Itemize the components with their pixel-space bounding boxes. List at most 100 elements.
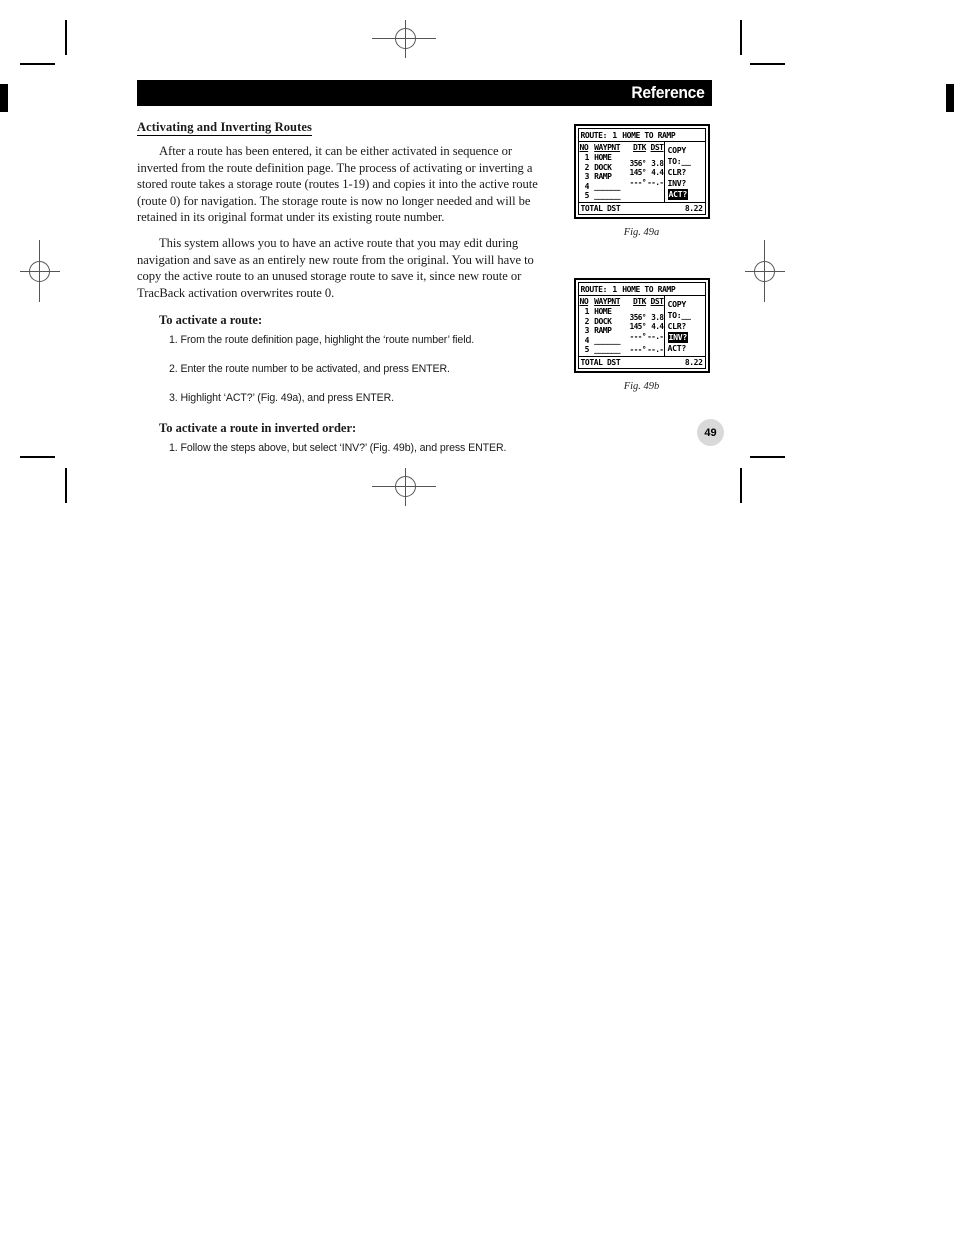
gps-waypoint-list-49b: NO WAYPNT DTK DST 1 HOME 2 DOCK 356° 3.8… <box>579 296 665 356</box>
crop-mark-top-right-horizontal <box>750 63 785 65</box>
table-row[interactable]: 5 ______ <box>580 191 664 201</box>
gps-row-no: 4 <box>584 335 590 345</box>
gps-row-dtk: ---° <box>629 177 647 187</box>
gps-option-menu-49b: COPY TO:__ CLR? INV? ACT? <box>665 296 705 356</box>
table-row[interactable]: 5 ______ ---° --.- <box>580 345 664 355</box>
gps-col-dtk-49b: DTK <box>632 297 646 306</box>
list-item: 3. Highlight ‘ACT?’ (Fig. 49a), and pres… <box>169 392 395 405</box>
gps-route-name-49b: HOME TO RAMP <box>622 285 676 294</box>
gps-menu-inv-49b[interactable]: INV? <box>667 332 689 343</box>
crop-mark-bottom-left-horizontal <box>20 456 55 458</box>
gps-menu-clr-49a[interactable]: CLR? <box>668 167 705 178</box>
gps-menu-to-49b[interactable]: TO:__ <box>668 310 705 321</box>
figure-caption-49a: Fig. 49a <box>623 227 660 238</box>
gps-total-label-49a: TOTAL DST <box>580 204 621 213</box>
gps-route-number-49b[interactable]: 1 <box>611 284 617 295</box>
gps-total-label-49b: TOTAL DST <box>580 358 621 367</box>
running-head-bar: Reference <box>137 80 712 106</box>
gps-row-dst: --.- <box>647 345 664 355</box>
registration-mark-top <box>372 20 436 58</box>
gps-row-wpt: ______ <box>594 335 621 345</box>
gps-row-no: 3 <box>584 172 590 182</box>
list-item: 1. From the route definition page, highl… <box>169 334 475 347</box>
section-heading: Activating and Inverting Routes <box>137 120 312 136</box>
gps-row-dtk: 356° <box>629 158 647 168</box>
gps-row-dst: 4.4 <box>651 168 664 178</box>
gps-column-headers-49a: NO WAYPNT DTK DST <box>580 142 664 153</box>
gps-row-dst: 3.8 <box>651 312 664 322</box>
document-page: Reference Activating and Inverting Route… <box>137 80 712 454</box>
gps-row-wpt: RAMP <box>594 172 612 182</box>
body-column: Activating and Inverting Routes After a … <box>137 118 552 471</box>
table-row[interactable]: 4 ______ ---° --.- <box>580 178 664 192</box>
gps-menu-copy-49b[interactable]: COPY <box>668 299 705 310</box>
gps-row-dtk: ---° <box>629 345 647 355</box>
gps-menu-copy-49a[interactable]: COPY <box>668 145 705 156</box>
gps-col-dst-49b: DST <box>650 297 664 306</box>
gps-route-name-49a: HOME TO RAMP <box>622 131 676 140</box>
gps-col-no-49b: NO <box>579 297 589 306</box>
gps-title-bar-49a: ROUTE: 1 HOME TO RAMP <box>578 129 705 142</box>
gps-row-no: 4 <box>584 181 590 191</box>
figure-49b: ROUTE: 1 HOME TO RAMP NO WAYPNT DTK DST <box>569 278 714 392</box>
gps-row-dtk <box>626 191 646 201</box>
gps-title-bar-49b: ROUTE: 1 HOME TO RAMP <box>578 283 705 296</box>
gps-row-no: 3 <box>584 326 590 336</box>
gps-row-wpt: ______ <box>594 345 621 355</box>
gps-row-dst: 3.8 <box>651 158 664 168</box>
gps-row-wpt: DOCK <box>594 162 612 172</box>
bleed-tab-right <box>946 84 954 112</box>
procedure-steps-invert: 1. Follow the steps above, but select ‘I… <box>137 442 552 455</box>
gps-col-waypnt-49b: WAYPNT <box>594 297 621 306</box>
gps-menu-act-49b[interactable]: ACT? <box>668 343 705 354</box>
bleed-tab-left <box>0 84 8 112</box>
figure-caption-49b: Fig. 49b <box>623 381 660 392</box>
gps-row-wpt: RAMP <box>594 326 612 336</box>
gps-row-no: 1 <box>584 153 590 162</box>
registration-mark-right <box>745 240 785 302</box>
figure-49a: ROUTE: 1 HOME TO RAMP NO WAYPNT DTK DST <box>569 124 714 238</box>
gps-col-dtk-49a: DTK <box>632 143 646 152</box>
gps-title-prefix-49b: ROUTE: <box>580 285 608 294</box>
gps-option-menu-49a: COPY TO:__ CLR? INV? ACT? <box>665 142 705 202</box>
gps-col-no-49a: NO <box>579 143 589 152</box>
gps-menu-act-49a[interactable]: ACT? <box>667 189 689 200</box>
gps-row-dtk: 356° <box>629 312 647 322</box>
gps-row-dst: 4.4 <box>651 322 664 332</box>
running-head-title: Reference <box>631 83 705 102</box>
gps-col-waypnt-49a: WAYPNT <box>594 143 621 152</box>
gps-row-dtk: ---° <box>629 331 647 341</box>
procedure-steps-activate: 1. From the route definition page, highl… <box>137 334 552 405</box>
gps-total-dst-49b: TOTAL DST 8.22 <box>579 357 705 368</box>
gps-row-no: 5 <box>584 345 590 355</box>
gps-row-wpt: HOME <box>594 153 612 162</box>
gps-menu-to-49a[interactable]: TO:__ <box>668 156 705 167</box>
crop-mark-top-left-vertical <box>65 20 67 55</box>
list-item: 1. Follow the steps above, but select ‘I… <box>169 442 507 455</box>
paragraph-2: This system allows you to have an active… <box>137 235 534 300</box>
gps-total-dst-49a: TOTAL DST 8.22 <box>579 203 705 214</box>
crop-mark-top-right-vertical <box>740 20 742 55</box>
gps-row-wpt: DOCK <box>594 316 612 326</box>
gps-row-dtk: 145° <box>629 168 647 178</box>
gps-row-dst: --.- <box>647 331 664 341</box>
crop-mark-bottom-right-vertical <box>740 468 742 503</box>
gps-title-prefix-49a: ROUTE: <box>580 131 608 140</box>
gps-menu-inv-49a[interactable]: INV? <box>668 178 705 189</box>
crop-mark-bottom-left-vertical <box>65 468 67 503</box>
gps-row-dst <box>646 191 664 201</box>
figure-column: ROUTE: 1 HOME TO RAMP NO WAYPNT DTK DST <box>569 124 714 410</box>
gps-route-number-49a[interactable]: 1 <box>611 130 617 141</box>
procedure-heading-activate: To activate a route: <box>159 313 263 328</box>
gps-row-wpt: ______ <box>594 181 621 191</box>
gps-total-value-49a: 8.22 <box>684 204 703 213</box>
gps-row-dtk: 145° <box>629 322 647 332</box>
gps-menu-clr-49b[interactable]: CLR? <box>668 321 705 332</box>
registration-mark-bottom <box>372 468 436 506</box>
procedure-heading-invert: To activate a route in inverted order: <box>159 421 357 436</box>
gps-row-no: 2 <box>584 316 590 326</box>
registration-mark-left <box>20 240 60 302</box>
gps-row-wpt: ______ <box>594 191 621 201</box>
crop-mark-bottom-right-horizontal <box>750 456 785 458</box>
table-row[interactable]: 4 ______ ---° --.- <box>580 332 664 346</box>
